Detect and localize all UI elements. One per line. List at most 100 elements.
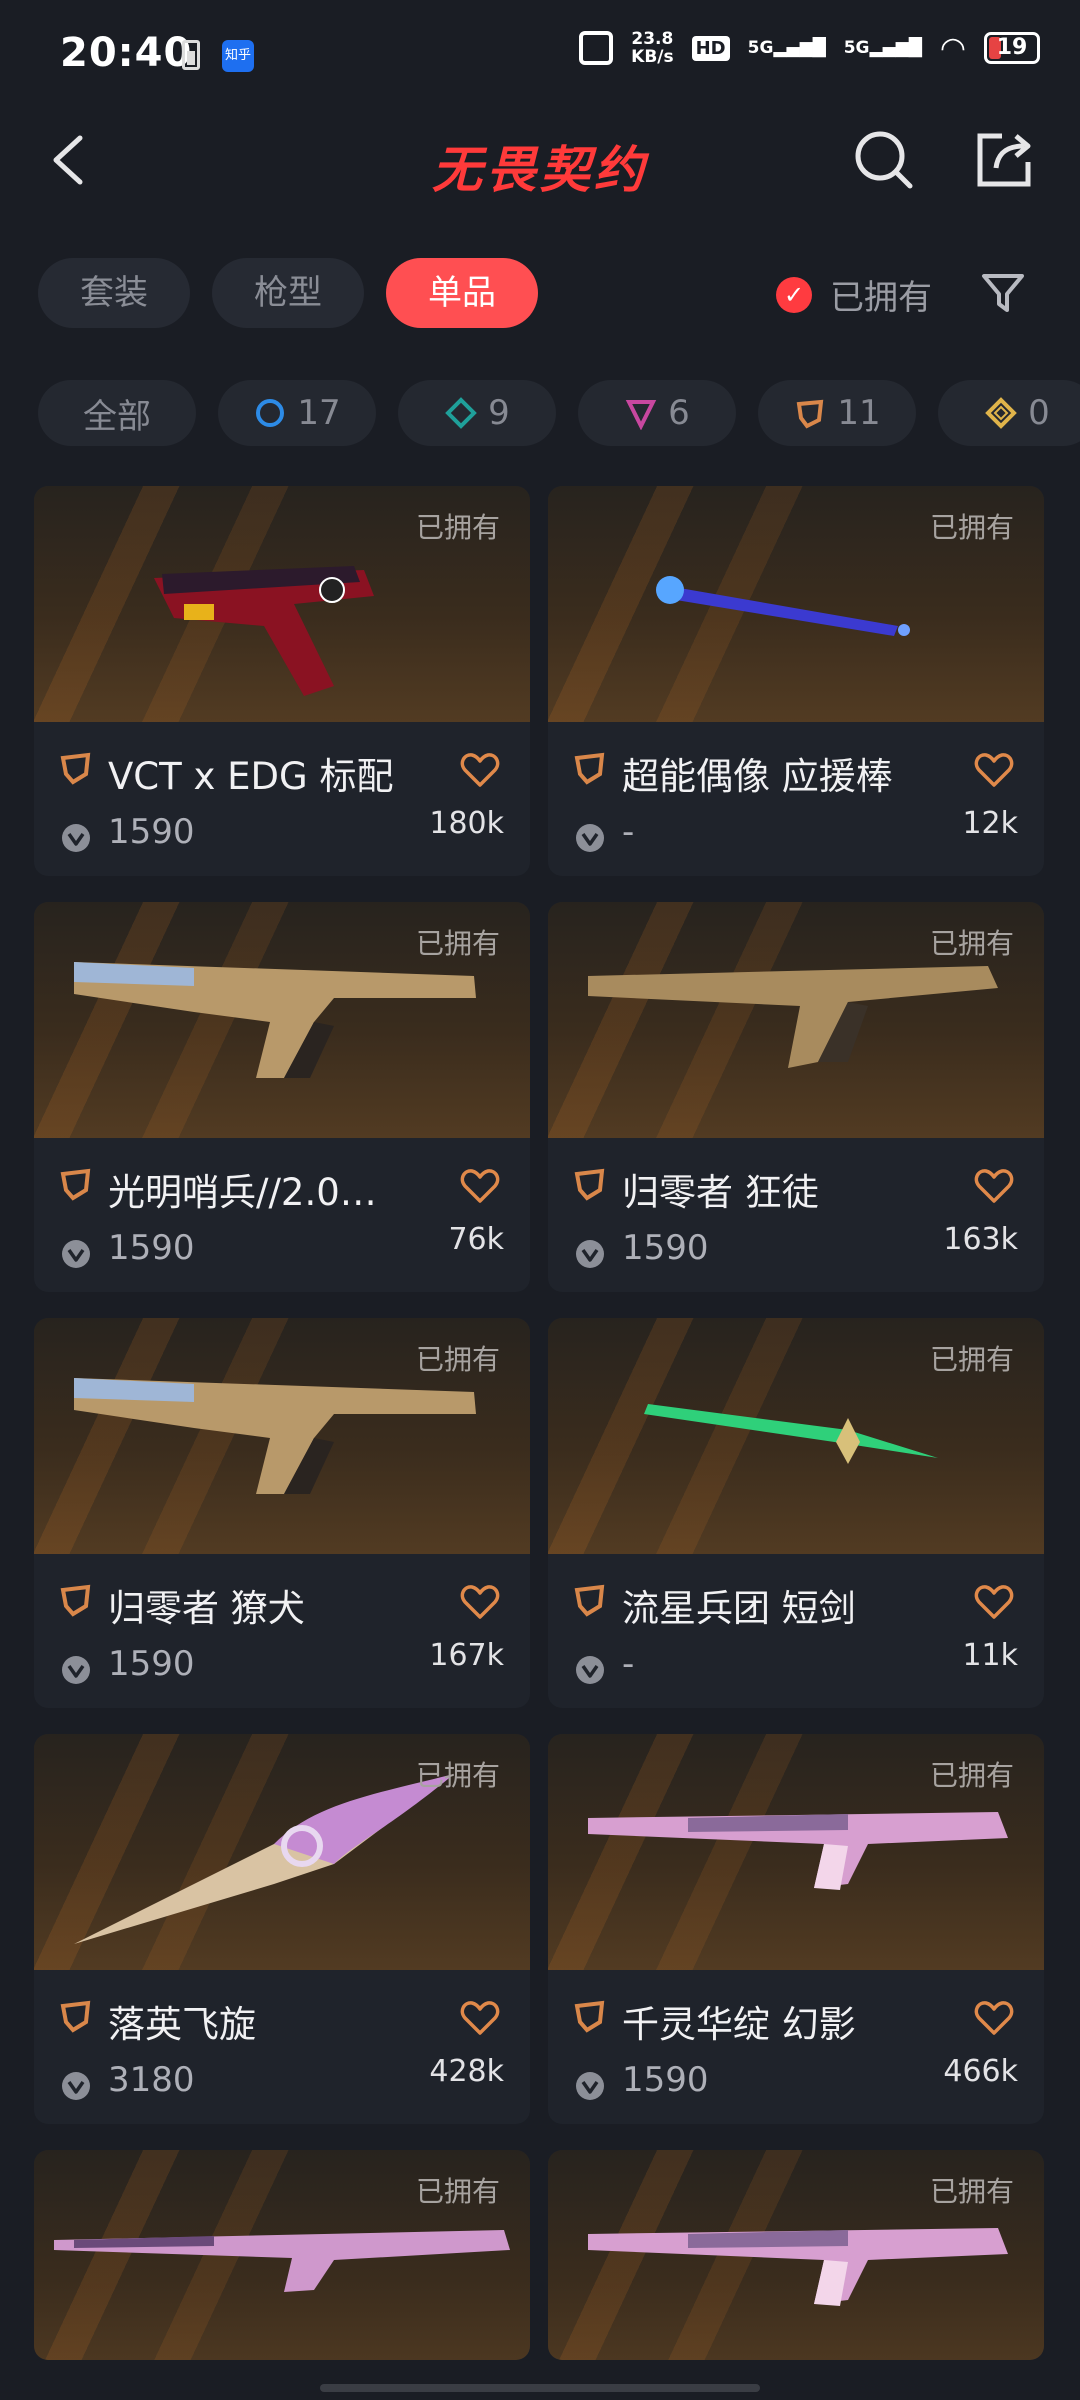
- diamond-rarity-icon: [445, 397, 478, 429]
- chip-ultra-tier[interactable]: 0: [938, 380, 1080, 446]
- heart-icon[interactable]: [460, 1584, 500, 1620]
- skin-grid: 已拥有 VCT x EDG 标配 1590 180k 已拥有 超能偶像 应援棒 -12k 已拥…: [34, 486, 1048, 2360]
- card-info: 归零者 獠犬 1590 167k: [34, 1554, 530, 1708]
- owned-tag: 已拥有: [929, 511, 1014, 544]
- filter-funnel-icon[interactable]: [978, 268, 1028, 318]
- search-icon[interactable]: [852, 128, 916, 192]
- heart-icon[interactable]: [460, 1168, 500, 1204]
- home-indicator[interactable]: [320, 2384, 760, 2392]
- skin-card[interactable]: 已拥有: [548, 2150, 1044, 2360]
- signal-sim1-icon: 5G▂▄▆█: [747, 38, 826, 58]
- category-tabs: 套装 枪型 单品: [38, 258, 538, 330]
- skin-price: 1590: [108, 812, 195, 852]
- skin-price: 1590: [108, 1644, 195, 1684]
- chip-select-tier[interactable]: 17: [218, 380, 376, 446]
- vp-currency-icon: [576, 1240, 604, 1268]
- network-speed: 23.8 KB/s: [631, 30, 673, 66]
- owned-tag: 已拥有: [929, 1343, 1014, 1376]
- skin-name: 光明哨兵//2.0…: [108, 1171, 377, 1214]
- skin-card[interactable]: 已拥有光明哨兵//2.0… 1590 76k: [34, 902, 530, 1292]
- owned-tag: 已拥有: [929, 927, 1014, 960]
- signal-sim2-icon: 5G▂▄▆█: [843, 38, 922, 58]
- rarity-filter-chips: 全部 17 9 6 11 0: [38, 380, 1080, 446]
- chip-count: 6: [668, 393, 690, 433]
- pentagon-rarity-icon: [60, 2000, 91, 2033]
- like-count: 11k: [962, 1638, 1018, 1673]
- vp-currency-icon: [576, 824, 604, 852]
- app-header: 无畏契约: [0, 110, 1080, 210]
- status-right: 23.8 KB/s HD 5G▂▄▆█ 5G▂▄▆█ ◠ 19: [579, 30, 1040, 66]
- chip-deluxe-tier[interactable]: 9: [398, 380, 556, 446]
- owned-filter-toggle[interactable]: ✓ 已拥有: [776, 270, 932, 319]
- skin-price: -: [622, 1644, 635, 1684]
- vibrate-icon: [579, 31, 614, 65]
- chip-exclusive-tier[interactable]: 11: [758, 380, 916, 446]
- status-bar: 20:40 知乎 23.8 KB/s HD 5G▂▄▆█ 5G▂▄▆█ ◠ 19: [0, 0, 1080, 110]
- chip-all[interactable]: 全部: [38, 380, 196, 446]
- heart-icon[interactable]: [974, 752, 1014, 788]
- skin-card[interactable]: 已拥有落英飞旋 3180 428k: [34, 1734, 530, 2124]
- heart-icon[interactable]: [974, 2000, 1014, 2036]
- pentagon-rarity-icon: [574, 2000, 605, 2033]
- card-info: VCT x EDG 标配 1590 180k: [34, 722, 530, 876]
- tab-items[interactable]: 单品: [386, 258, 538, 328]
- heart-icon[interactable]: [460, 752, 500, 788]
- pentagon-rarity-icon: [797, 399, 824, 429]
- skin-card[interactable]: 已拥有超能偶像 应援棒 - 12k: [548, 486, 1044, 876]
- share-icon[interactable]: [972, 128, 1036, 192]
- like-count: 167k: [429, 1638, 504, 1673]
- chip-count: 11: [837, 393, 881, 433]
- owned-tag: 已拥有: [415, 1343, 500, 1376]
- pentagon-rarity-icon: [60, 1584, 91, 1617]
- pentagon-rarity-icon: [60, 752, 91, 785]
- chip-all-label: 全部: [83, 396, 151, 437]
- wifi-icon: ◠: [939, 30, 966, 66]
- skin-name: 归零者 狂徒: [622, 1171, 819, 1214]
- skin-name: VCT x EDG 标配: [108, 755, 394, 798]
- skin-card[interactable]: 已拥有: [34, 2150, 530, 2360]
- card-info: 超能偶像 应援棒 - 12k: [548, 722, 1044, 876]
- owned-tag: 已拥有: [929, 2175, 1014, 2208]
- skin-name: 超能偶像 应援棒: [622, 755, 893, 798]
- vp-currency-icon: [62, 1656, 90, 1684]
- vp-currency-icon: [576, 2072, 604, 2100]
- battery-level: 19: [996, 35, 1028, 60]
- skin-card[interactable]: 已拥有归零者 狂徒 1590 163k: [548, 902, 1044, 1292]
- like-count: 12k: [962, 806, 1018, 841]
- skin-card[interactable]: 已拥有归零者 獠犬 1590 167k: [34, 1318, 530, 1708]
- tab-bundles[interactable]: 套装: [38, 258, 190, 328]
- heart-icon[interactable]: [974, 1584, 1014, 1620]
- owned-filter-label: 已拥有: [830, 278, 932, 318]
- like-count: 76k: [448, 1222, 504, 1257]
- like-count: 466k: [943, 2054, 1018, 2089]
- chip-premium-tier[interactable]: 6: [578, 380, 736, 446]
- card-info: 光明哨兵//2.0… 1590 76k: [34, 1138, 530, 1292]
- sim2-label: 5G: [843, 38, 870, 58]
- skin-price: 3180: [108, 2060, 195, 2100]
- card-info: 落英飞旋 3180 428k: [34, 1970, 530, 2124]
- skin-price: -: [622, 812, 635, 852]
- heart-icon[interactable]: [974, 1168, 1014, 1204]
- chip-count: 17: [297, 393, 341, 433]
- pentagon-rarity-icon: [574, 1168, 605, 1201]
- card-info: 流星兵团 短剑 - 11k: [548, 1554, 1044, 1708]
- card-info: 归零者 狂徒 1590 163k: [548, 1138, 1044, 1292]
- heart-icon[interactable]: [460, 2000, 500, 2036]
- circle-rarity-icon: [256, 399, 285, 427]
- skin-name: 归零者 獠犬: [108, 1587, 305, 1630]
- owned-tag: 已拥有: [415, 927, 500, 960]
- skin-card[interactable]: 已拥有 流星兵团 短剑 - 11k: [548, 1318, 1044, 1708]
- hd-volte-icon: HD: [691, 35, 730, 61]
- pentagon-rarity-icon: [574, 1584, 605, 1617]
- sim1-label: 5G: [747, 38, 774, 58]
- triangle-rarity-icon: [625, 400, 657, 430]
- owned-tag: 已拥有: [415, 511, 500, 544]
- skin-card[interactable]: 已拥有 VCT x EDG 标配 1590 180k: [34, 486, 530, 876]
- tab-weapon-types[interactable]: 枪型: [212, 258, 364, 328]
- chip-count: 9: [488, 393, 510, 433]
- skin-card[interactable]: 已拥有 千灵华绽 幻影 1590 466k: [548, 1734, 1044, 2124]
- owned-tag: 已拥有: [415, 2175, 500, 2208]
- owned-tag: 已拥有: [415, 1759, 500, 1792]
- skin-price: 1590: [108, 1228, 195, 1268]
- like-count: 163k: [943, 1222, 1018, 1257]
